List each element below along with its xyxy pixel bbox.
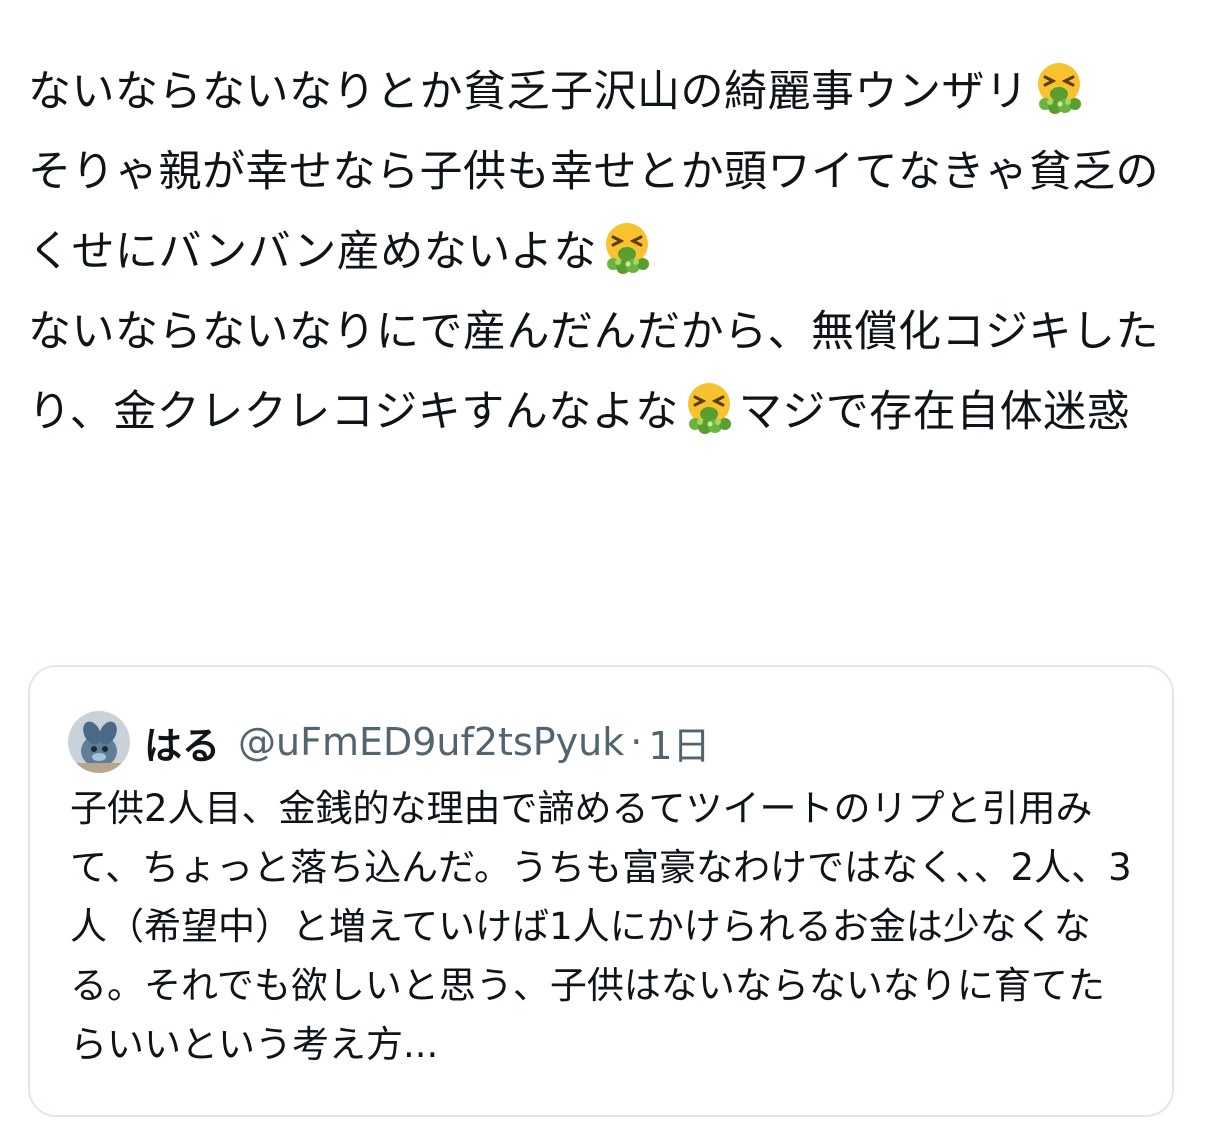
vomiting-face-icon xyxy=(681,380,737,436)
quoted-tweet-header: はる @uFmED9uf2tsPyuk · 1日 xyxy=(68,711,711,773)
quoted-author-name[interactable]: はる xyxy=(144,715,220,770)
separator-dot: · xyxy=(630,720,643,764)
quoted-timestamp[interactable]: 1日 xyxy=(648,715,710,770)
quoted-author-handle[interactable]: @uFmED9uf2tsPyuk xyxy=(238,720,624,764)
tweet-text-line-1: ないならないなりとか貧乏子沢山の綺麗事ウンザリ xyxy=(28,67,1029,117)
tweet-text-line-4: マジで存在自体迷惑 xyxy=(738,387,1131,437)
tweet-text-line-2: そりゃ親が幸せなら子供も幸せとか頭ワイてなきゃ貧乏のくせにバンバン産めないよな xyxy=(28,147,1159,277)
tweet-body: ないならないなりとか貧乏子沢山の綺麗事ウンザリ そりゃ親が幸せなら子供も幸せとか… xyxy=(28,52,1178,452)
quoted-tweet-card[interactable]: はる @uFmED9uf2tsPyuk · 1日 子供2人目、金銭的な理由で諦め… xyxy=(28,665,1174,1117)
avatar[interactable] xyxy=(68,711,130,773)
vomiting-face-icon xyxy=(599,220,655,276)
vomiting-face-icon xyxy=(1031,60,1087,116)
quoted-tweet-text: 子供2人目、金銭的な理由で諦めるてツイートのリプと引用みて、ちょっと落ち込んだ。… xyxy=(70,787,1132,1066)
